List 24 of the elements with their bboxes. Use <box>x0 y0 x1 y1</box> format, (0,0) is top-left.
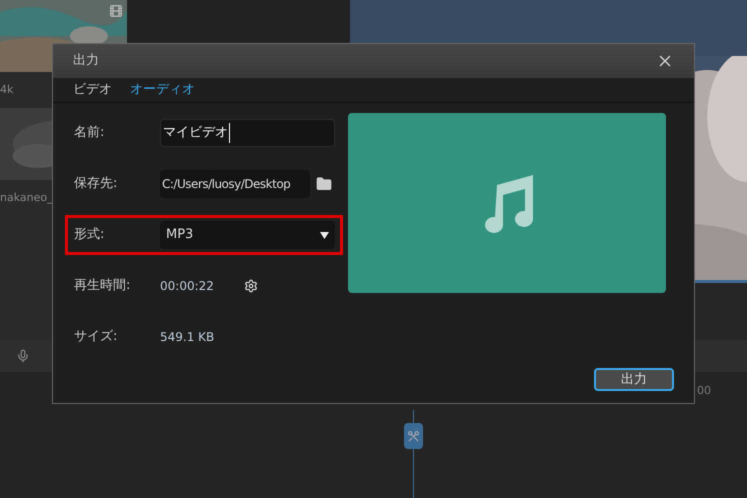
tab[interactable]: ビデオ <box>73 80 112 100</box>
format-select[interactable]: MP3 <box>160 221 335 249</box>
film-icon <box>109 4 123 18</box>
field-label: 保存先: <box>74 175 118 194</box>
dialog-title: 出力 <box>73 52 99 70</box>
scissors-handle[interactable] <box>404 423 423 449</box>
microphone-icon[interactable] <box>16 348 30 364</box>
field-label: サイズ: <box>74 328 118 346</box>
field-label: 再生時間: <box>74 277 132 296</box>
tab[interactable]: オーディオ <box>130 80 195 100</box>
size-value: 549.1 KB <box>160 329 214 346</box>
media-label: 4k <box>0 83 14 96</box>
scissors-icon <box>407 430 420 442</box>
folder-icon[interactable] <box>316 176 332 192</box>
field-label: 形式: <box>74 226 106 244</box>
field-label: 名前: <box>74 124 106 142</box>
settings-icon[interactable] <box>244 279 258 293</box>
media-label: nakaneo_ <box>0 191 53 204</box>
ruler-label: 00 <box>697 382 711 399</box>
path-field[interactable]: C:/Users/luosy/Desktop <box>160 170 310 198</box>
name-field[interactable]: マイビデオ <box>160 119 335 147</box>
dropdown-caret-icon <box>320 232 329 238</box>
export-button[interactable]: 出力 <box>594 368 674 391</box>
duration-value: 00:00:22 <box>160 278 214 295</box>
